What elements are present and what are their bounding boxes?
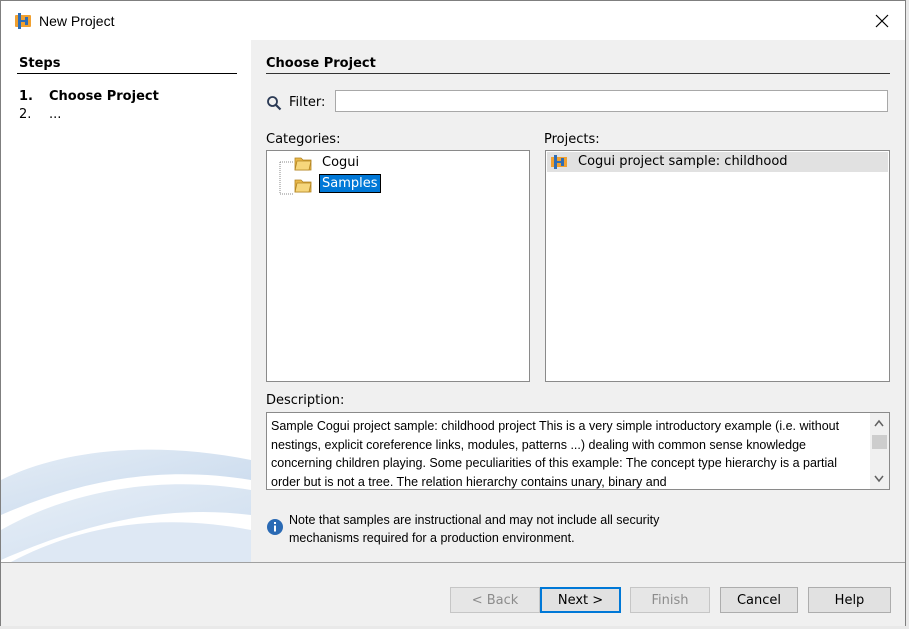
close-icon [875,14,889,27]
folder-icon [294,157,312,171]
back-button[interactable]: < Back [450,587,540,613]
help-button[interactable]: Help [808,587,891,613]
projects-label: Projects: [544,132,600,147]
new-project-dialog: New Project Steps 1. Choose Project 2.... [0,0,906,626]
categories-label: Categories: [266,132,341,147]
category-item-cogui[interactable]: Cogui [320,154,361,171]
project-icon [551,155,567,169]
folder-icon [294,179,312,193]
cancel-button[interactable]: Cancel [720,587,798,613]
decorative-swoosh [1,449,251,562]
project-item[interactable]: Cogui project sample: childhood [547,152,888,172]
project-item-label: Cogui project sample: childhood [578,154,788,169]
section-divider [266,73,890,74]
section-title: Choose Project [266,56,376,71]
info-icon [267,519,283,535]
close-button[interactable] [859,1,905,40]
projects-list[interactable]: Cogui project sample: childhood [545,150,890,382]
button-bar: < Back Next > Finish Cancel Help [1,562,905,626]
description-scrollbar[interactable] [870,413,889,489]
step-label: ... [49,107,62,122]
choose-project-panel: Choose Project Filter: Categories: Proje… [251,40,905,562]
next-button[interactable]: Next > [540,587,621,613]
scroll-thumb[interactable] [872,435,887,449]
steps-title: Steps [19,56,61,71]
step-choose-project: 1. Choose Project [19,89,159,104]
description-label: Description: [266,393,345,408]
filter-label: Filter: [289,95,326,110]
categories-tree[interactable]: Cogui Samples [266,150,530,382]
window-title: New Project [39,13,115,29]
title-bar: New Project [1,1,905,40]
category-item-samples[interactable]: Samples [319,174,381,193]
description-text-area[interactable]: Sample Cogui project sample: childhood p… [266,412,890,490]
steps-divider [17,73,237,74]
step-label: Choose Project [49,89,159,104]
description-text: Sample Cogui project sample: childhood p… [271,419,840,489]
chevron-up-icon[interactable] [874,419,884,427]
chevron-down-icon[interactable] [874,475,884,483]
steps-panel: Steps 1. Choose Project 2.... [1,40,251,562]
finish-button[interactable]: Finish [630,587,710,613]
security-note: Note that samples are instructional and … [289,513,660,545]
step-next: 2.... [19,107,61,122]
step-number: 2. [19,107,32,122]
search-icon [267,96,282,111]
app-icon [15,13,31,29]
step-number: 1. [19,89,33,104]
filter-input[interactable] [335,90,888,112]
